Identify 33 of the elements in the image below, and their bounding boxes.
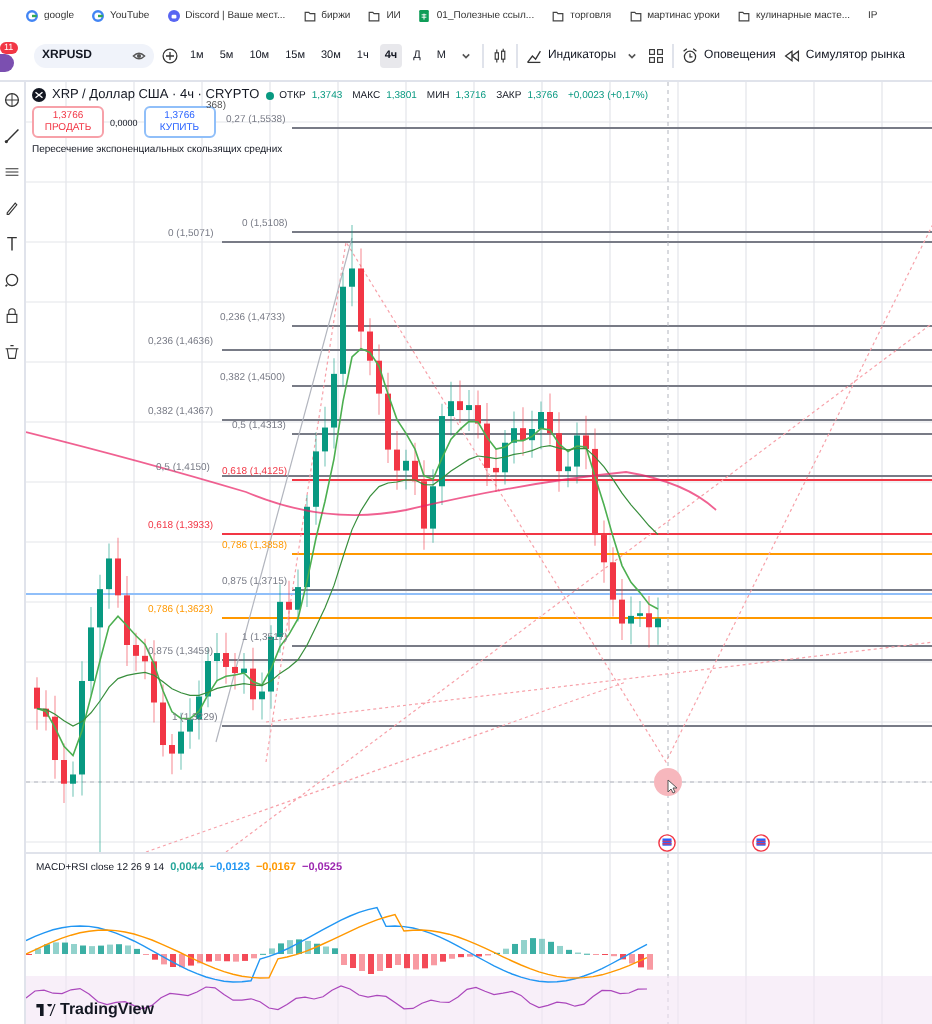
flag-icon[interactable] [752,834,770,852]
market-status-dot [265,91,274,99]
text-icon[interactable] [4,236,20,252]
trash-icon[interactable] [4,344,20,360]
eye-icon[interactable] [132,50,146,62]
rewind-icon [783,48,800,64]
magnifier-icon[interactable] [4,272,20,288]
spreadsheet-icon [418,10,431,22]
folder-icon [552,10,565,22]
alarm-clock-icon [682,48,699,64]
pencil-icon[interactable] [4,200,20,216]
logo-text: TradingView [60,1000,154,1018]
google-icon [26,10,38,22]
google-icon [92,10,105,22]
trend-line-icon[interactable] [4,128,20,144]
candles-icon[interactable] [491,48,508,64]
logo-icon [36,1003,56,1015]
cursor-icon [654,768,682,796]
coin-icon [32,88,46,102]
caret-icon[interactable] [624,48,641,64]
folder-icon [368,10,381,22]
flag-icon[interactable] [658,834,676,852]
folder-icon [303,10,316,22]
discord-icon [167,10,180,22]
add-icon[interactable] [162,48,178,64]
folder-icon [629,10,642,22]
chart-line-icon [525,48,542,64]
folder-icon [737,10,750,22]
lock-icon[interactable] [4,308,20,324]
grid-icon[interactable] [648,48,665,64]
avatar[interactable] [0,53,14,71]
crosshair-icon[interactable] [4,92,20,108]
caret-icon[interactable] [457,48,474,64]
